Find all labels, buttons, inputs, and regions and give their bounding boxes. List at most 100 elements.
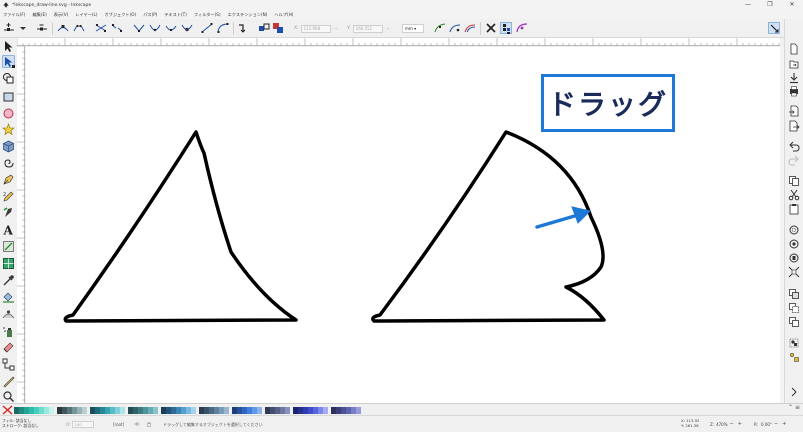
rectangle-tool-icon[interactable] — [2, 90, 15, 103]
copy-icon[interactable] — [788, 175, 800, 187]
palette-swatch[interactable] — [191, 407, 196, 414]
opacity-input[interactable]: 100 — [72, 421, 95, 428]
print-icon[interactable] — [788, 85, 800, 97]
star-tool-icon[interactable] — [2, 123, 15, 136]
zoom-selection-icon[interactable] — [788, 224, 800, 236]
join-nodes-icon[interactable] — [57, 22, 69, 34]
zoom-in-icon[interactable]: + — [738, 421, 742, 427]
paint-bucket-tool-icon[interactable] — [2, 290, 15, 303]
snap-toggle-icon[interactable] — [768, 22, 780, 34]
connector-tool-icon[interactable] — [2, 358, 15, 371]
save-icon[interactable] — [788, 72, 800, 84]
insert-node-icon[interactable] — [3, 22, 15, 34]
menu-filters[interactable]: フィルター(S) — [194, 12, 221, 18]
pencil-tool-icon[interactable]: 2 — [2, 190, 15, 203]
measure-tool-icon[interactable] — [2, 375, 15, 388]
group-icon[interactable] — [788, 337, 800, 349]
show-mask-icon[interactable] — [485, 22, 497, 34]
node-smooth-icon[interactable] — [149, 22, 161, 34]
menu-layer[interactable]: レイヤー(L) — [75, 12, 97, 18]
cut-icon[interactable] — [788, 189, 800, 201]
duplicate-icon[interactable] — [788, 288, 800, 300]
x-input[interactable]: 111.908 — [300, 24, 331, 33]
zoom-drawing-icon[interactable] — [788, 238, 800, 250]
pen-tool-icon[interactable] — [2, 173, 15, 186]
zoom-out-icon[interactable]: − — [730, 421, 734, 427]
spiral-tool-icon[interactable] — [2, 157, 15, 170]
3d-box-tool-icon[interactable] — [2, 140, 15, 153]
spray-tool-icon[interactable] — [2, 325, 15, 338]
undo-icon[interactable] — [788, 140, 800, 152]
y-input[interactable]: 266.551 — [352, 24, 383, 33]
visibility-eye-icon[interactable] — [134, 421, 140, 427]
palette-swatch[interactable] — [356, 407, 361, 414]
palette-swatch[interactable] — [120, 407, 125, 414]
node-tool-icon[interactable] — [2, 55, 15, 68]
menu-object[interactable]: オブジェクト(O) — [104, 12, 136, 18]
tweak-tool-icon[interactable] — [2, 308, 15, 321]
gradient-tool-icon[interactable] — [2, 240, 15, 253]
rotate-minus-icon[interactable]: − — [774, 421, 778, 427]
paste-icon[interactable] — [788, 203, 800, 215]
zoom-value[interactable]: 470% — [716, 422, 727, 427]
menu-view[interactable]: 表示(V) — [54, 12, 69, 18]
commands-overflow-icon[interactable] — [788, 386, 800, 398]
minimize-button[interactable]: — — [737, 0, 759, 10]
break-path-icon[interactable] — [73, 22, 85, 34]
ungroup-icon[interactable] — [788, 351, 800, 363]
palette-scroll-icon[interactable]: ⌃ ≡ — [788, 404, 800, 411]
menu-file[interactable]: ファイル(F) — [3, 12, 25, 18]
shape-builder-tool-icon[interactable] — [2, 72, 15, 85]
rotation-value[interactable]: 0.00° — [761, 422, 772, 427]
menu-help[interactable]: ヘルプ(H) — [274, 12, 293, 18]
unlink-clone-icon[interactable] — [788, 316, 800, 328]
node-cusp-icon[interactable] — [133, 22, 145, 34]
rotate-plus-icon[interactable]: + — [782, 421, 786, 427]
zoom-page-width-icon[interactable] — [788, 266, 800, 278]
x-stepper[interactable]: - + — [332, 26, 338, 31]
join-segment-icon[interactable] — [95, 22, 107, 34]
segment-curve-icon[interactable] — [217, 22, 229, 34]
palette-swatch[interactable] — [82, 407, 87, 414]
menu-edit[interactable]: 編集(E) — [32, 12, 46, 18]
palette-swatch[interactable] — [323, 407, 328, 414]
segment-line-icon[interactable] — [201, 22, 213, 34]
palette-swatch[interactable] — [153, 407, 158, 414]
insert-node-dropdown-icon[interactable] — [17, 22, 29, 34]
zoom-page-icon[interactable] — [788, 252, 800, 264]
menu-text[interactable]: テキスト(T) — [164, 12, 186, 18]
node-auto-smooth-icon[interactable] — [181, 22, 193, 34]
dropper-tool-icon[interactable] — [2, 274, 15, 287]
edit-path-effect-icon[interactable] — [516, 22, 528, 34]
clone-icon[interactable] — [788, 302, 800, 314]
palette-swatch[interactable] — [257, 407, 262, 414]
layer-indicator[interactable]: [root] — [113, 422, 124, 427]
node-symmetric-icon[interactable] — [165, 22, 177, 34]
ellipse-tool-icon[interactable] — [2, 107, 15, 120]
palette-swatch[interactable] — [49, 407, 54, 414]
unit-select[interactable]: mm ▾ — [402, 24, 424, 33]
open-document-icon[interactable] — [788, 58, 800, 70]
calligraphy-tool-icon[interactable] — [2, 206, 15, 219]
text-tool-icon[interactable]: A — [2, 223, 15, 237]
path-effect-icon[interactable] — [272, 22, 284, 34]
redo-icon[interactable] — [788, 154, 800, 166]
palette-swatch[interactable] — [285, 407, 290, 414]
fill-stroke-indicator[interactable]: フィル: 該当なし ストローク: 該当なし — [2, 418, 39, 428]
selector-tool-icon[interactable] — [2, 40, 15, 53]
show-transform-handles-icon[interactable] — [434, 22, 446, 34]
menu-path[interactable]: パス(P) — [143, 12, 157, 18]
show-outline-icon[interactable] — [464, 22, 476, 34]
zoom-tool-icon[interactable] — [2, 390, 15, 403]
import-icon[interactable] — [788, 105, 800, 117]
palette-swatch[interactable] — [224, 407, 229, 414]
object-to-path-icon[interactable] — [237, 22, 249, 34]
delete-segment-icon[interactable] — [111, 22, 123, 34]
no-paint-swatch-icon[interactable] — [2, 405, 13, 415]
show-handles-icon[interactable] — [449, 22, 461, 34]
show-clip-icon[interactable] — [500, 22, 512, 34]
mesh-tool-icon[interactable] — [2, 257, 15, 270]
export-icon[interactable] — [788, 120, 800, 132]
eraser-tool-icon[interactable] — [2, 341, 15, 354]
delete-node-icon[interactable] — [36, 22, 48, 34]
